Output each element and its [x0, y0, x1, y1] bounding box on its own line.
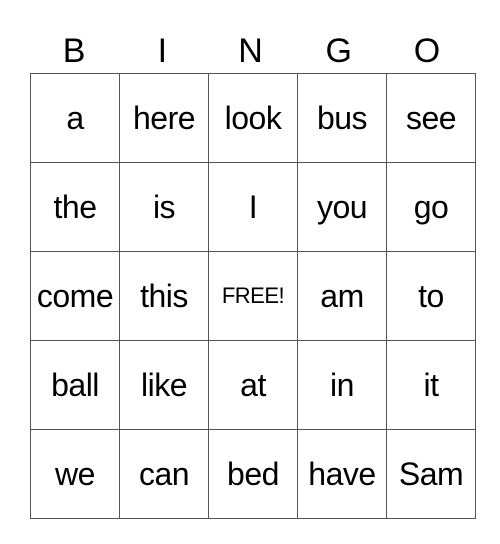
- header-letter-n: N: [238, 32, 263, 70]
- header-letter-g: G: [325, 32, 352, 70]
- word-cell[interactable]: bus: [297, 73, 387, 163]
- word-cell[interactable]: come: [30, 251, 120, 341]
- word-cell[interactable]: look: [208, 73, 298, 163]
- word-cell[interactable]: we: [30, 429, 120, 519]
- word-cell[interactable]: to: [386, 251, 476, 341]
- word-cell[interactable]: here: [119, 73, 209, 163]
- header-letter-i: I: [157, 32, 168, 70]
- word-cell[interactable]: go: [386, 162, 476, 252]
- word-cell[interactable]: Sam: [386, 429, 476, 519]
- grid-row: we can bed have Sam: [30, 429, 476, 519]
- word-cell[interactable]: a: [30, 73, 120, 163]
- header-letter-o: O: [413, 32, 441, 70]
- word-cell[interactable]: am: [297, 251, 387, 341]
- bingo-header: B I N G O: [30, 30, 471, 73]
- word-cell[interactable]: at: [208, 340, 298, 430]
- bingo-grid: a here look bus see the is Iyou go come this FREE! a…: [30, 73, 476, 519]
- word-cell[interactable]: bed: [208, 429, 298, 519]
- word-cell[interactable]: see: [386, 73, 476, 163]
- word-cell[interactable]: in: [297, 340, 387, 430]
- word-cell[interactable]: the: [30, 162, 120, 252]
- word-cell[interactable]: have: [297, 429, 387, 519]
- word-cell[interactable]: can: [119, 429, 209, 519]
- word-cell[interactable]: ball: [30, 340, 120, 430]
- word-cell[interactable]: this: [119, 251, 209, 341]
- word-cell[interactable]: like: [119, 340, 209, 430]
- word-cell[interactable]: I: [208, 162, 298, 252]
- word-cell[interactable]: you: [297, 162, 387, 252]
- grid-row: ball like at in it: [30, 340, 476, 430]
- grid-row: the is Iyou go: [30, 162, 476, 252]
- free-space-cell[interactable]: FREE!: [208, 251, 298, 341]
- word-cell[interactable]: it: [386, 340, 476, 430]
- grid-row: come this FREE! am to: [30, 251, 476, 341]
- grid-row: a here look bus see: [30, 73, 476, 163]
- word-cell[interactable]: is: [119, 162, 209, 252]
- header-letter-b: B: [62, 32, 86, 70]
